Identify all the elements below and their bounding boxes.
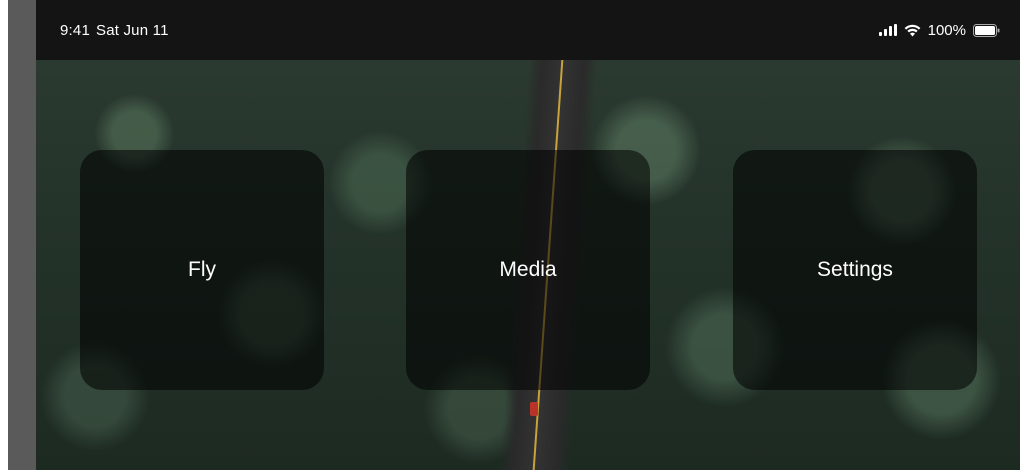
status-bar: 9:41 Sat Jun 11 100% (36, 0, 1020, 60)
battery-percentage: 100% (927, 21, 966, 39)
media-button[interactable]: Media (406, 150, 650, 390)
settings-button[interactable]: Settings (733, 150, 977, 390)
media-label: Media (499, 258, 557, 281)
main-menu: Fly Media Settings (36, 60, 1020, 470)
status-clock: 9:41 Sat Jun 11 (60, 22, 169, 39)
status-indicators: 100% (878, 21, 1000, 39)
fly-label: Fly (188, 258, 216, 281)
screen-edge (0, 0, 8, 470)
cellular-signal-icon (878, 24, 897, 36)
wifi-icon (904, 24, 921, 37)
battery-icon (973, 23, 1000, 37)
side-strip (8, 0, 36, 470)
status-date: Sat Jun 11 (96, 21, 169, 39)
fly-button[interactable]: Fly (80, 150, 324, 390)
settings-label: Settings (817, 258, 893, 281)
status-time: 9:41 (60, 21, 90, 39)
device-screen: 9:41 Sat Jun 11 100% Fly Media Settings (36, 0, 1020, 470)
